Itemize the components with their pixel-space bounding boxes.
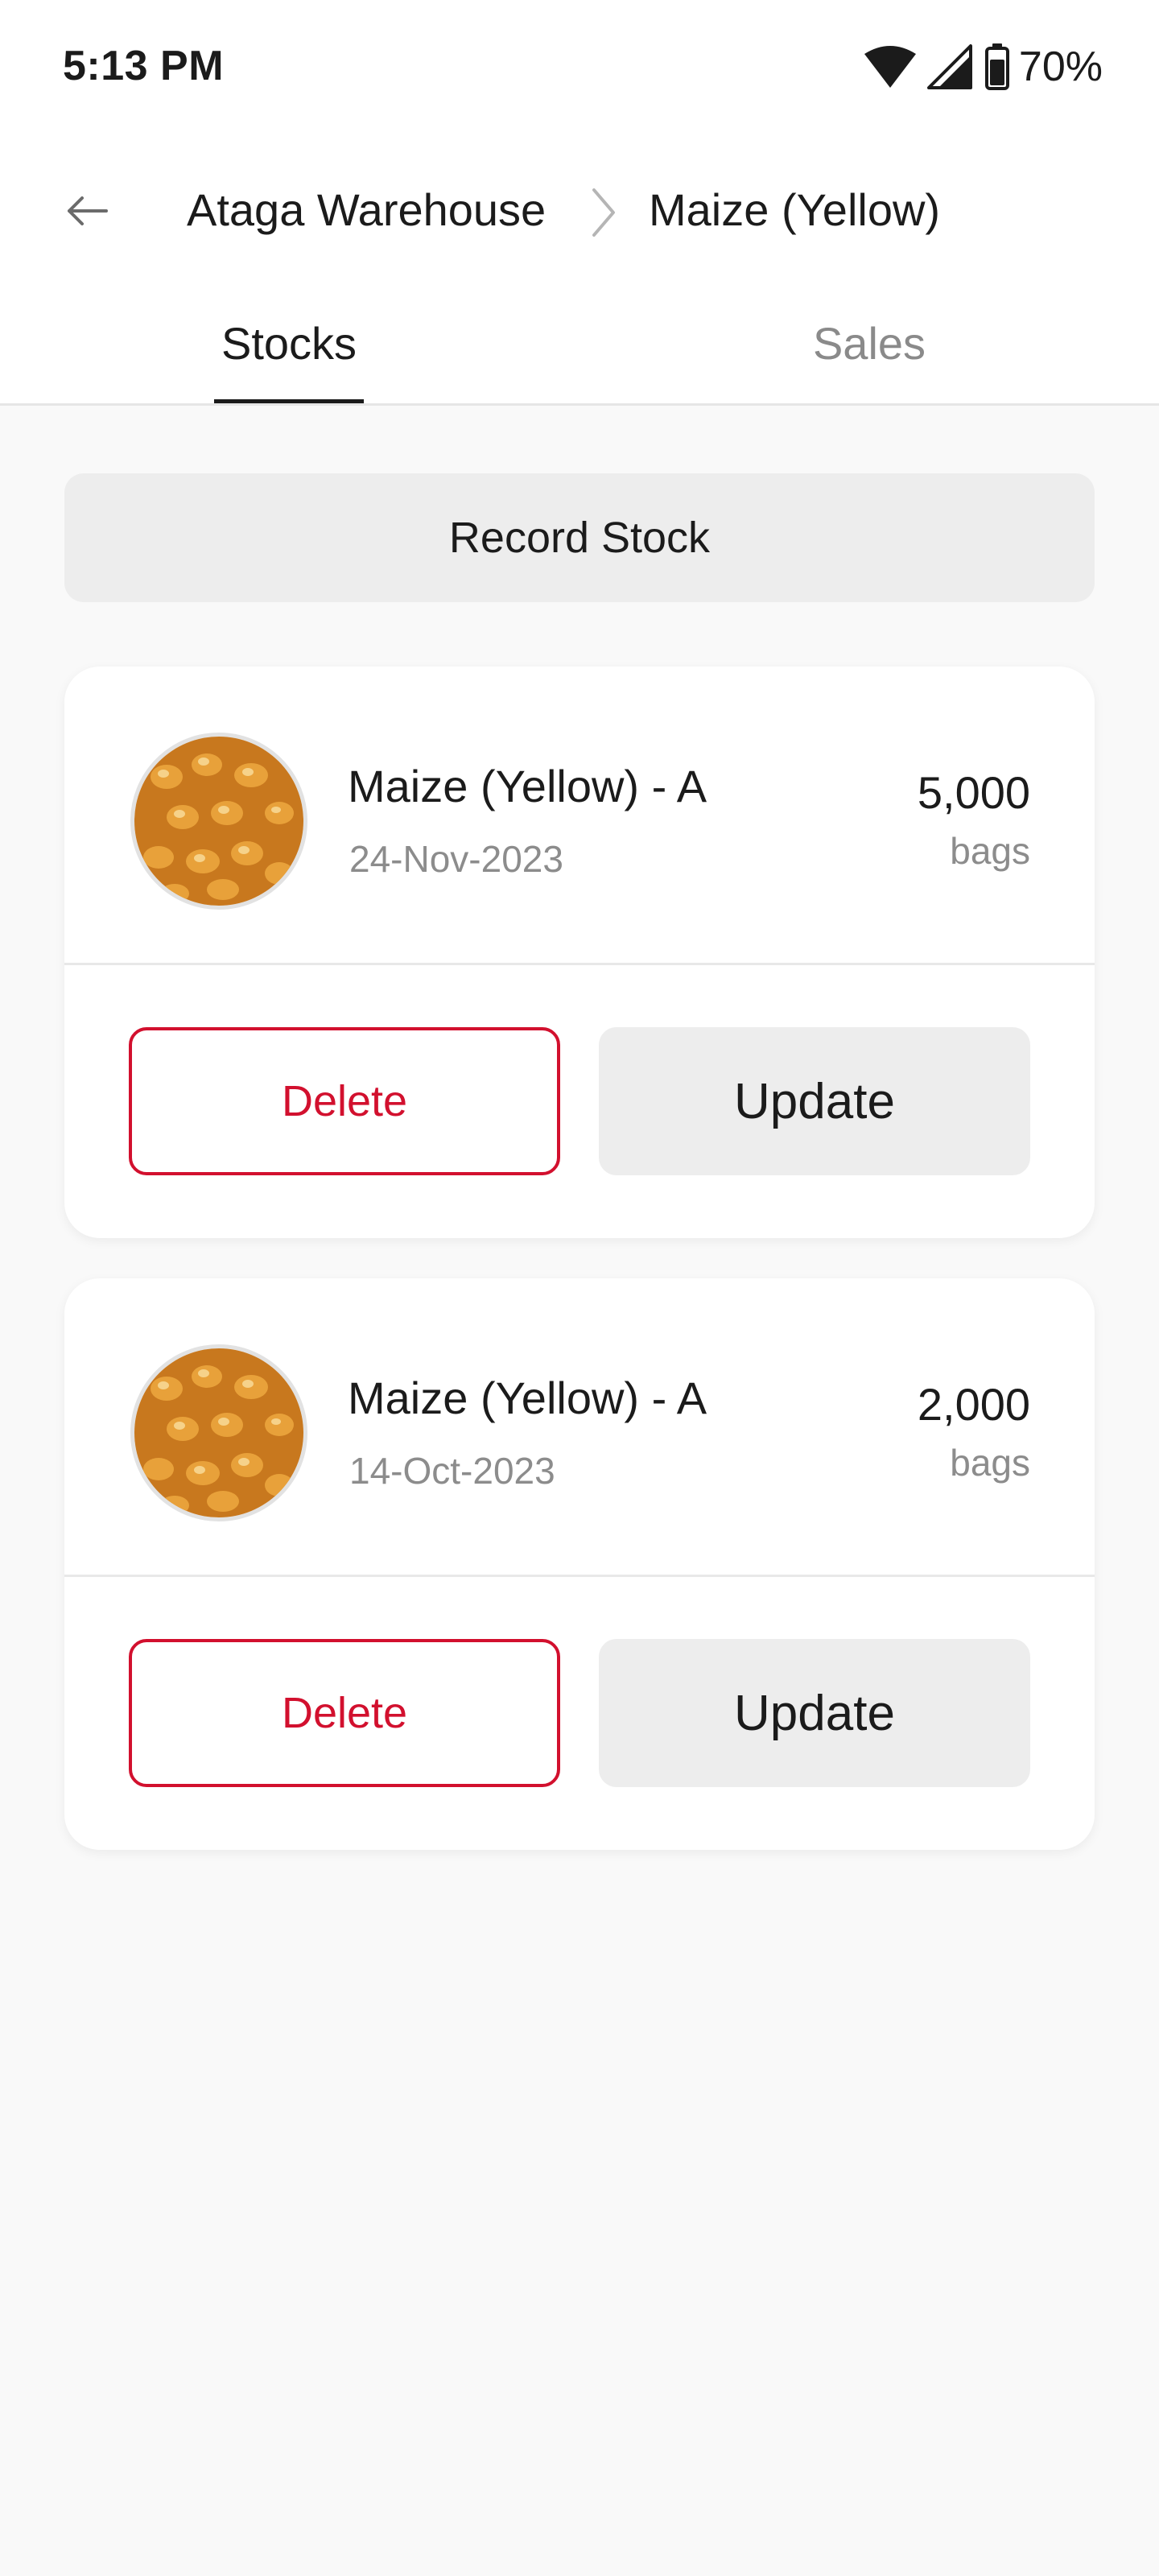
tab-stocks-label: Stocks bbox=[221, 318, 357, 369]
tab-sales[interactable]: Sales bbox=[789, 306, 950, 406]
record-stock-button[interactable]: Record Stock bbox=[64, 473, 1095, 602]
battery-percent: 70% bbox=[1018, 43, 1103, 90]
app-header: 5:13 PM 70% Ataga Warehouse Maize (Yello… bbox=[0, 0, 1159, 406]
maize-thumbnail bbox=[130, 1344, 307, 1521]
cellular-signal-icon bbox=[926, 44, 972, 89]
stock-unit: bags bbox=[950, 830, 1030, 872]
tab-bar: Stocks Sales bbox=[0, 306, 1159, 406]
card-divider bbox=[64, 963, 1095, 965]
stock-card: Maize (Yellow) - A 24-Nov-2023 5,000 bag… bbox=[64, 667, 1095, 1238]
stock-unit: bags bbox=[950, 1442, 1030, 1484]
stock-card: Maize (Yellow) - A 14-Oct-2023 2,000 bag… bbox=[64, 1278, 1095, 1850]
card-divider bbox=[64, 1575, 1095, 1577]
update-button[interactable]: Update bbox=[599, 1639, 1030, 1787]
status-time: 5:13 PM bbox=[63, 43, 225, 89]
stock-item-name: Maize (Yellow) - A bbox=[348, 1373, 707, 1423]
delete-button[interactable]: Delete bbox=[129, 1639, 560, 1787]
update-button[interactable]: Update bbox=[599, 1027, 1030, 1175]
back-button[interactable] bbox=[55, 180, 119, 245]
stock-quantity: 5,000 bbox=[917, 767, 1030, 818]
stock-item-date: 24-Nov-2023 bbox=[349, 838, 563, 880]
stock-item-date: 14-Oct-2023 bbox=[349, 1450, 555, 1492]
tab-sales-label: Sales bbox=[812, 318, 926, 369]
stock-quantity: 2,000 bbox=[917, 1379, 1030, 1430]
breadcrumb-current: Maize (Yellow) bbox=[649, 184, 941, 235]
maize-thumbnail bbox=[130, 733, 307, 910]
breadcrumb-parent[interactable]: Ataga Warehouse bbox=[187, 184, 546, 236]
active-tab-indicator bbox=[214, 399, 364, 403]
status-bar: 5:13 PM 70% bbox=[0, 0, 1159, 137]
chevron-right-icon bbox=[586, 184, 621, 242]
tab-stocks[interactable]: Stocks bbox=[214, 306, 364, 406]
arrow-left-icon bbox=[64, 195, 109, 231]
stock-item-name: Maize (Yellow) - A bbox=[348, 761, 707, 811]
delete-button[interactable]: Delete bbox=[129, 1027, 560, 1175]
wifi-icon bbox=[863, 44, 918, 89]
battery-icon bbox=[984, 43, 1009, 90]
navigation-bar: Ataga Warehouse Maize (Yellow) bbox=[0, 161, 1159, 266]
status-icons: 70% bbox=[863, 40, 1103, 93]
